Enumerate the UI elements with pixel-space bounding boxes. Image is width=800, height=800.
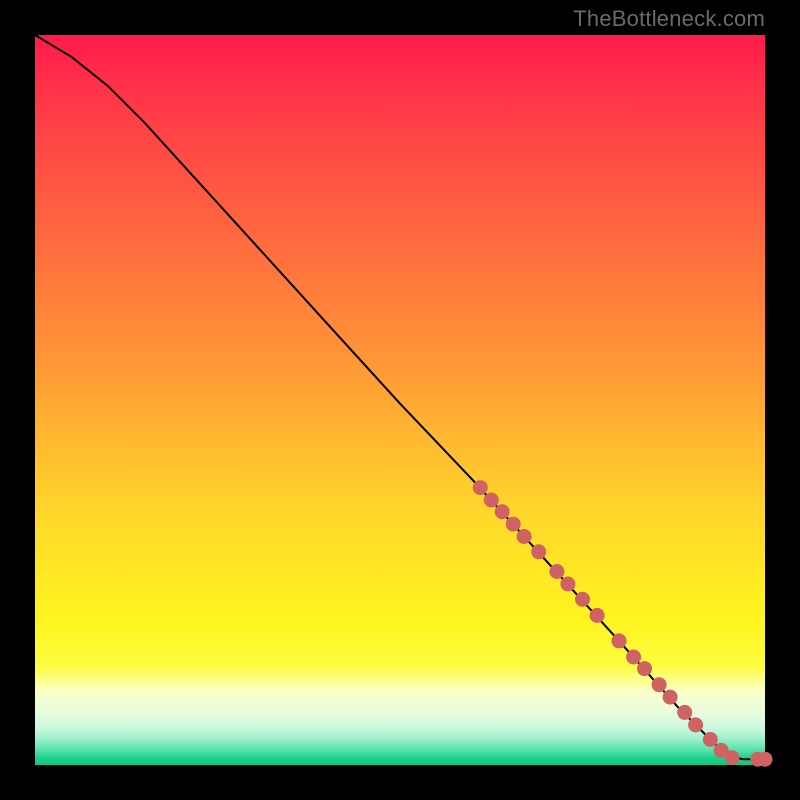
data-point xyxy=(688,717,703,732)
data-point xyxy=(575,592,590,607)
data-point xyxy=(531,544,546,559)
plot-area xyxy=(35,35,765,765)
data-point xyxy=(560,577,575,592)
data-point xyxy=(473,480,488,495)
data-point xyxy=(484,493,499,508)
data-point xyxy=(637,661,652,676)
attribution-label: TheBottleneck.com xyxy=(573,6,765,32)
chart-svg xyxy=(35,35,765,765)
bottleneck-curve xyxy=(35,35,765,759)
data-point xyxy=(549,564,564,579)
data-point xyxy=(663,690,678,705)
data-point xyxy=(626,650,641,665)
data-point xyxy=(703,732,718,747)
data-point xyxy=(590,608,605,623)
data-point xyxy=(506,517,521,532)
data-point xyxy=(677,705,692,720)
chart-stage: TheBottleneck.com xyxy=(0,0,800,800)
data-point xyxy=(652,677,667,692)
data-point xyxy=(725,750,740,765)
data-points-group xyxy=(473,480,773,767)
data-point xyxy=(495,504,510,519)
data-point xyxy=(517,529,532,544)
data-point xyxy=(612,633,627,648)
data-point xyxy=(758,752,773,767)
